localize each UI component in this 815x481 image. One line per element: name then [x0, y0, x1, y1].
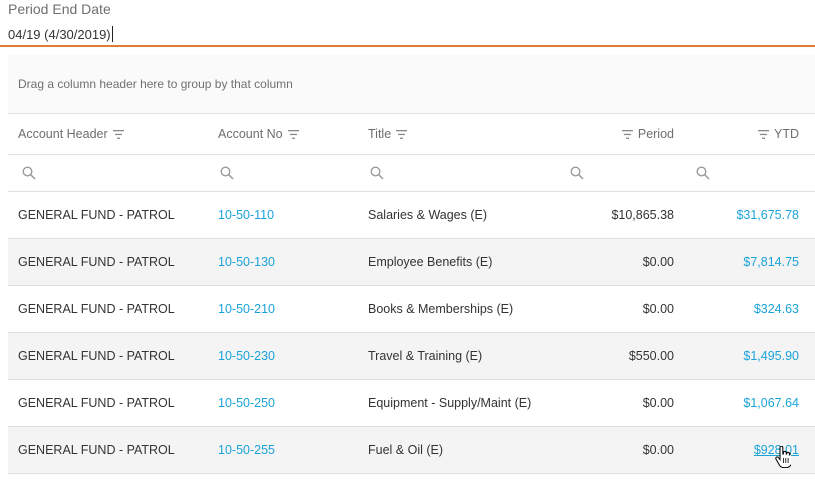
table-row[interactable]: GENERAL FUND - PATROL 10-50-110 Salaries… [8, 192, 815, 239]
account-no-link[interactable]: 10-50-255 [218, 427, 275, 473]
text-caret [111, 26, 113, 42]
column-header-label: Account Header [18, 127, 108, 141]
filter-cell-ytd[interactable] [696, 155, 710, 191]
column-header-account-no[interactable]: Account No [218, 114, 299, 154]
account-no-link[interactable]: 10-50-210 [218, 286, 275, 332]
group-panel-hint: Drag a column header here to group by th… [18, 77, 293, 91]
column-header-ytd[interactable]: YTD [758, 114, 799, 154]
account-no-link[interactable]: 10-50-250 [218, 380, 275, 426]
search-icon [570, 166, 584, 180]
table-row[interactable]: GENERAL FUND - PATROL 10-50-210 Books & … [8, 286, 815, 333]
filter-icon[interactable] [287, 129, 299, 139]
period-end-date-value[interactable]: 04/19 (4/30/2019) [8, 26, 113, 42]
account-no-link[interactable]: 10-50-130 [218, 239, 275, 285]
column-header-label: Title [368, 127, 392, 141]
search-icon [220, 166, 234, 180]
period-end-date-field[interactable]: Period End Date 04/19 (4/30/2019) [0, 0, 815, 47]
account-header-cell: GENERAL FUND - PATROL [18, 302, 175, 316]
filter-cell-account-header[interactable] [22, 155, 36, 191]
filter-icon[interactable] [112, 129, 124, 139]
filter-row [8, 155, 815, 192]
filter-cell-title[interactable] [370, 155, 384, 191]
account-header-cell: GENERAL FUND - PATROL [18, 208, 175, 222]
column-header-account-header[interactable]: Account Header [18, 114, 124, 154]
column-header-period[interactable]: Period [621, 114, 674, 154]
title-cell: Travel & Training (E) [368, 349, 483, 363]
account-no-link[interactable]: 10-50-230 [218, 333, 275, 379]
period-cell: $0.00 [642, 255, 674, 269]
table-row[interactable]: GENERAL FUND - PATROL 10-50-230 Travel &… [8, 333, 815, 380]
filter-cell-account-no[interactable] [220, 155, 234, 191]
ytd-link[interactable]: $324.63 [754, 286, 799, 332]
hand-pointer-cursor [775, 446, 791, 468]
title-cell: Salaries & Wages (E) [368, 208, 488, 222]
table-row[interactable]: GENERAL FUND - PATROL 10-50-255 Fuel & O… [8, 427, 815, 474]
table-row[interactable]: GENERAL FUND - PATROL 10-50-130 Employee… [8, 239, 815, 286]
title-cell: Equipment - Supply/Maint (E) [368, 396, 532, 410]
group-panel[interactable]: Drag a column header here to group by th… [8, 55, 815, 114]
search-icon [370, 166, 384, 180]
period-cell: $0.00 [642, 302, 674, 316]
table-row[interactable]: GENERAL FUND - PATROL 10-50-250 Equipmen… [8, 380, 815, 427]
period-end-date-label: Period End Date [8, 1, 111, 17]
ytd-link[interactable]: $31,675.78 [736, 192, 799, 238]
title-cell: Fuel & Oil (E) [368, 443, 444, 457]
title-cell: Employee Benefits (E) [368, 255, 493, 269]
title-cell: Books & Memberships (E) [368, 302, 514, 316]
account-header-cell: GENERAL FUND - PATROL [18, 349, 175, 363]
search-icon [22, 166, 36, 180]
filter-cell-period[interactable] [570, 155, 584, 191]
column-header-title[interactable]: Title [368, 114, 408, 154]
column-header-label: Period [637, 127, 674, 141]
column-header-label: Account No [218, 127, 283, 141]
period-cell: $0.00 [642, 443, 674, 457]
period-end-date-text: 04/19 (4/30/2019) [8, 26, 111, 42]
column-header-label: YTD [774, 127, 799, 141]
account-header-cell: GENERAL FUND - PATROL [18, 255, 175, 269]
column-header-row: Account Header Account No Title Period Y… [8, 114, 815, 155]
period-cell: $10,865.38 [611, 208, 674, 222]
filter-icon[interactable] [396, 129, 408, 139]
ytd-link[interactable]: $1,495.90 [743, 333, 799, 379]
account-header-cell: GENERAL FUND - PATROL [18, 443, 175, 457]
filter-icon[interactable] [621, 129, 633, 139]
period-cell: $0.00 [642, 396, 674, 410]
ytd-link[interactable]: $7,814.75 [743, 239, 799, 285]
account-no-link[interactable]: 10-50-110 [218, 192, 274, 238]
filter-icon[interactable] [758, 129, 769, 139]
period-cell: $550.00 [628, 349, 674, 363]
search-icon [696, 166, 710, 180]
ytd-link[interactable]: $1,067.64 [743, 380, 799, 426]
data-grid: Drag a column header here to group by th… [8, 55, 815, 481]
account-header-cell: GENERAL FUND - PATROL [18, 396, 175, 410]
